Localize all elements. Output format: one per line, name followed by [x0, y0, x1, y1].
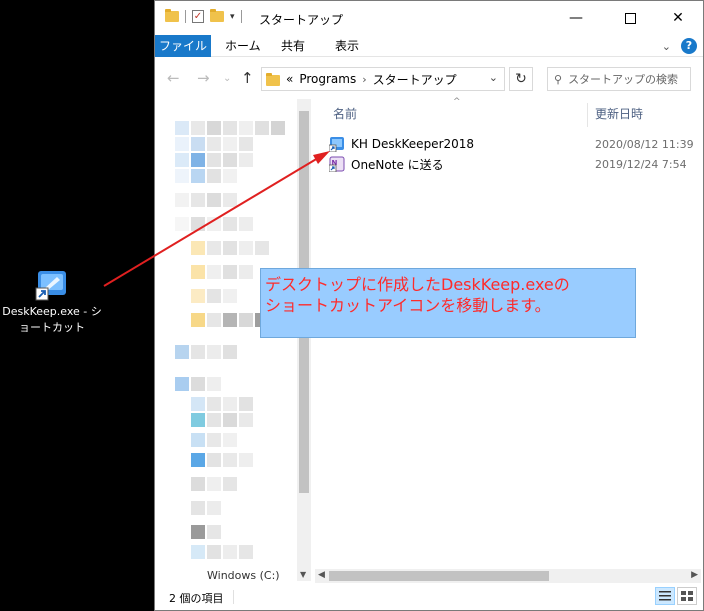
ribbon-tabs: ファイル ホーム 共有 表示 ⌄ ?: [155, 35, 703, 57]
large-icons-view-icon: [681, 591, 693, 601]
scroll-left-icon[interactable]: ◀: [318, 570, 325, 580]
folder-icon[interactable]: [165, 9, 179, 22]
file-row[interactable]: N OneNote に送る 2019/12/24 7:54: [328, 154, 699, 174]
file-name: KH DeskKeeper2018: [351, 137, 475, 151]
navigation-bar: ← → ⌄ ↑ « Programs › スタートアップ ⌄ ↻ ⚲ スタートア…: [155, 61, 703, 97]
maximize-icon: [624, 12, 636, 24]
navigation-pane[interactable]: Windows (C:): [155, 99, 313, 581]
minimize-button[interactable]: —: [553, 1, 599, 35]
address-dropdown-icon[interactable]: ⌄: [489, 71, 498, 84]
forward-arrow-icon[interactable]: →: [197, 69, 210, 87]
nav-item[interactable]: [175, 217, 253, 231]
tab-file[interactable]: ファイル: [155, 35, 211, 57]
folder-icon: [266, 72, 280, 86]
new-folder-icon[interactable]: [210, 9, 224, 22]
maximize-button[interactable]: [607, 1, 653, 35]
nav-item[interactable]: [175, 433, 237, 447]
status-bar: 2 個の項目: [155, 585, 703, 609]
annotation-callout: デスクトップに作成したDeskKeep.exeの ショートカットアイコンを移動し…: [260, 268, 636, 338]
window-title: スタートアップ: [259, 13, 344, 27]
divider: [240, 10, 242, 23]
file-date: 2019/12/24 7:54: [595, 157, 687, 171]
scrollbar-thumb[interactable]: [329, 571, 549, 581]
nav-item-drive-c[interactable]: Windows (C:): [207, 569, 280, 581]
search-icon: ⚲: [554, 72, 563, 86]
chevron-right-icon[interactable]: ›: [362, 73, 366, 86]
close-button[interactable]: ✕: [655, 1, 701, 35]
address-overflow[interactable]: «: [286, 72, 293, 86]
annotation-line2: ショートカットアイコンを移動します。: [265, 296, 551, 315]
nav-item[interactable]: [175, 137, 253, 151]
file-name: OneNote に送る: [351, 157, 444, 172]
nav-item[interactable]: [175, 453, 253, 467]
tab-home[interactable]: ホーム: [215, 35, 271, 57]
nav-item[interactable]: [175, 169, 237, 183]
search-placeholder: スタートアップの検索: [568, 73, 679, 86]
nav-item[interactable]: [175, 313, 269, 327]
column-header-date[interactable]: 更新日時: [595, 105, 643, 122]
scroll-right-icon[interactable]: ▶: [691, 570, 698, 580]
tab-share[interactable]: 共有: [271, 35, 315, 57]
nav-item[interactable]: [175, 265, 253, 279]
file-date: 2020/08/12 11:39: [595, 137, 694, 151]
up-arrow-icon[interactable]: ↑: [241, 69, 254, 87]
annotation-line1: デスクトップに作成したDeskKeep.exeの: [265, 275, 570, 294]
recent-locations-icon[interactable]: ⌄: [223, 73, 231, 84]
search-input[interactable]: ⚲ スタートアップの検索: [547, 67, 691, 91]
column-divider[interactable]: [587, 103, 588, 127]
item-count: 2 個の項目: [169, 592, 224, 605]
tab-view[interactable]: 表示: [325, 35, 369, 57]
nav-item[interactable]: [175, 413, 253, 427]
nav-item[interactable]: [175, 501, 221, 515]
file-row[interactable]: KH DeskKeeper2018 2020/08/12 11:39: [328, 134, 699, 154]
address-bar[interactable]: « Programs › スタートアップ ⌄: [261, 67, 505, 91]
deskkeep-shortcut-icon: [35, 268, 69, 302]
properties-check-icon[interactable]: ✓: [192, 10, 204, 23]
details-view-button[interactable]: [655, 587, 675, 605]
nav-item[interactable]: [175, 477, 237, 491]
shortcut-app-icon: [328, 136, 345, 153]
desktop-shortcut-deskkeep[interactable]: DeskKeep.exe - シ ョートカット: [2, 268, 102, 336]
nav-item[interactable]: [175, 377, 221, 391]
breadcrumb-startup[interactable]: スタートアップ: [373, 71, 457, 88]
shortcut-label-line1: DeskKeep.exe - シ: [2, 305, 102, 318]
nav-item[interactable]: [175, 153, 253, 167]
column-header-name[interactable]: 名前: [333, 105, 357, 122]
shortcut-label-line2: ョートカット: [19, 321, 85, 334]
expand-ribbon-icon[interactable]: ⌄: [662, 40, 671, 53]
nav-item[interactable]: [175, 241, 269, 255]
scroll-down-icon[interactable]: ▼: [300, 570, 306, 579]
nav-item[interactable]: [175, 525, 221, 539]
sort-ascending-icon: ^: [453, 97, 461, 107]
refresh-icon: ↻: [515, 71, 527, 87]
breadcrumb-programs[interactable]: Programs: [299, 72, 356, 86]
refresh-button[interactable]: ↻: [509, 67, 533, 91]
nav-item[interactable]: [175, 397, 253, 411]
nav-pane-scrollbar[interactable]: ▼: [297, 99, 311, 581]
large-icons-view-button[interactable]: [677, 587, 697, 605]
divider: [185, 10, 186, 23]
onenote-icon: N: [328, 156, 345, 173]
details-view-icon: [659, 591, 671, 601]
divider: [233, 590, 234, 604]
nav-item[interactable]: [175, 345, 237, 359]
nav-item[interactable]: [175, 289, 237, 303]
title-bar: ✓ ▾ スタートアップ — ✕: [155, 1, 703, 35]
nav-item[interactable]: [175, 121, 285, 135]
customize-toolbar-icon[interactable]: ▾: [230, 12, 235, 22]
nav-item[interactable]: [175, 545, 253, 559]
back-arrow-icon[interactable]: ←: [167, 69, 180, 87]
horizontal-scrollbar[interactable]: ◀ ▶: [315, 569, 701, 583]
quick-access-toolbar: ✓ ▾: [165, 9, 242, 23]
help-icon[interactable]: ?: [681, 38, 697, 54]
nav-item[interactable]: [175, 193, 237, 207]
